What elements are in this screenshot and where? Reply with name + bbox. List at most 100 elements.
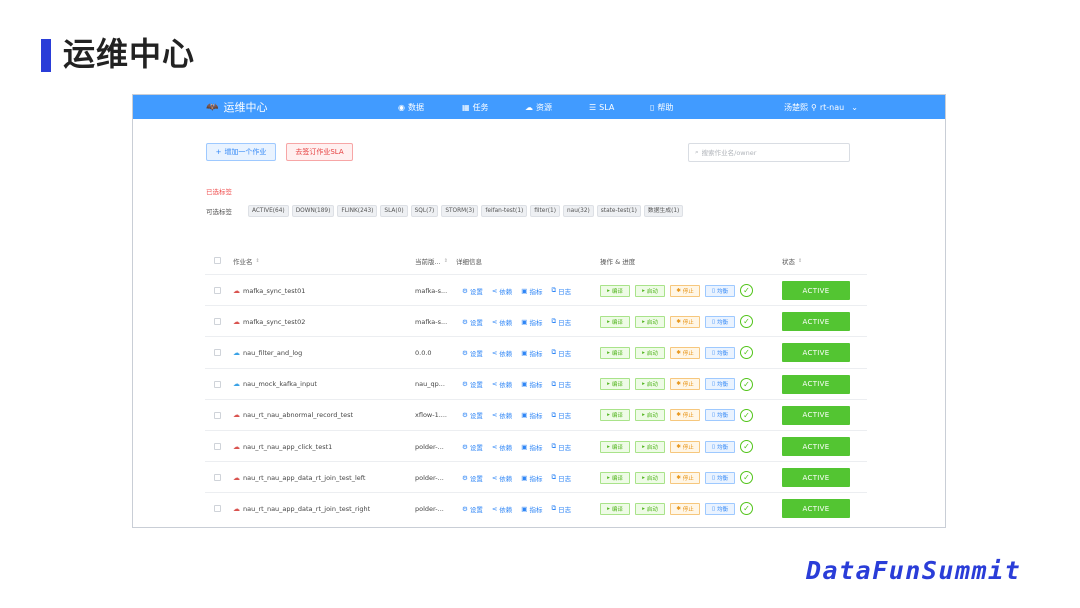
compile-button[interactable]: ▸ 编译	[600, 315, 630, 328]
settings-link[interactable]: ⚙ 设置	[462, 317, 483, 327]
settings-link[interactable]: ⚙ 设置	[462, 379, 483, 389]
balance-button[interactable]: ▯ 均衡	[705, 440, 735, 453]
stop-button[interactable]: ✱ 停止	[670, 502, 700, 515]
stop-button[interactable]: ✱ 停止	[670, 471, 700, 484]
user-menu[interactable]: 汤楚熙 ⚲ rt-nau ⌄	[784, 95, 858, 119]
row-checkbox[interactable]	[214, 349, 221, 357]
stop-button[interactable]: ✱ 停止	[670, 346, 700, 359]
add-job-button[interactable]: + 增加一个作业	[206, 143, 276, 161]
header-status[interactable]: 状态 ⇕	[782, 255, 802, 267]
compile-button[interactable]: ▸ 编译	[600, 284, 630, 297]
start-button[interactable]: ▸ 启动	[635, 440, 665, 453]
balance-button[interactable]: ▯ 均衡	[705, 471, 735, 484]
dependency-link[interactable]: ⋖ 依赖	[492, 410, 512, 420]
status-badge[interactable]: ACTIVE	[782, 281, 850, 300]
compile-button[interactable]: ▸ 编译	[600, 378, 630, 391]
log-link[interactable]: ⧉ 日志	[551, 473, 571, 483]
metrics-link[interactable]: ▣ 指标	[521, 504, 542, 514]
log-link[interactable]: ⧉ 日志	[551, 348, 571, 358]
nav-item-help[interactable]: ▯ 帮助	[650, 95, 673, 119]
subscribe-sla-button[interactable]: 去签订作业SLA	[286, 143, 353, 161]
search-box[interactable]: ⌕	[688, 143, 850, 162]
tag-flink[interactable]: FLINK(243)	[337, 205, 378, 217]
metrics-link[interactable]: ▣ 指标	[521, 442, 542, 452]
select-all-checkbox[interactable]	[214, 257, 221, 264]
settings-link[interactable]: ⚙ 设置	[462, 473, 483, 483]
status-badge[interactable]: ACTIVE	[782, 405, 850, 425]
compile-button[interactable]: ▸ 编译	[600, 346, 630, 359]
tag-feifan-test[interactable]: feifan-test(1)	[481, 205, 528, 217]
job-name-cell[interactable]: ☁ nau_rt_nau_app_data_rt_join_test_left	[233, 462, 365, 493]
row-checkbox[interactable]	[214, 318, 221, 326]
row-checkbox[interactable]	[214, 474, 221, 482]
status-badge[interactable]: ACTIVE	[782, 312, 850, 332]
metrics-link[interactable]: ▣ 指标	[521, 286, 542, 296]
row-checkbox[interactable]	[214, 505, 221, 513]
start-button[interactable]: ▸ 启动	[635, 284, 665, 297]
status-badge[interactable]: ACTIVE	[782, 374, 850, 394]
dependency-link[interactable]: ⋖ 依赖	[492, 504, 512, 514]
start-button[interactable]: ▸ 启动	[635, 409, 665, 422]
status-badge[interactable]: ACTIVE	[782, 468, 850, 488]
start-button[interactable]: ▸ 启动	[635, 346, 665, 359]
status-badge[interactable]: ACTIVE	[782, 437, 850, 456]
settings-link[interactable]: ⚙ 设置	[462, 442, 483, 452]
tag-state-test[interactable]: state-test(1)	[596, 205, 641, 217]
job-name-cell[interactable]: ☁ nau_rt_nau_app_click_test1	[233, 431, 332, 462]
log-link[interactable]: ⧉ 日志	[551, 442, 571, 452]
header-current-version[interactable]: 当前版... ⇕	[415, 255, 448, 267]
balance-button[interactable]: ▯ 均衡	[705, 346, 735, 359]
dependency-link[interactable]: ⋖ 依赖	[492, 348, 512, 358]
dependency-link[interactable]: ⋖ 依赖	[492, 442, 512, 452]
log-link[interactable]: ⧉ 日志	[551, 317, 571, 327]
row-checkbox[interactable]	[214, 411, 221, 419]
job-name-cell[interactable]: ☁ mafka_sync_test01	[233, 275, 305, 306]
start-button[interactable]: ▸ 启动	[635, 502, 665, 515]
stop-button[interactable]: ✱ 停止	[670, 378, 700, 391]
start-button[interactable]: ▸ 启动	[635, 378, 665, 391]
job-name-cell[interactable]: ☁ nau_mock_kafka_input	[233, 369, 317, 400]
job-name-cell[interactable]: ☁ nau_rt_nau_app_data_rt_join_test_right	[233, 493, 370, 524]
metrics-link[interactable]: ▣ 指标	[521, 379, 542, 389]
nav-item-sla[interactable]: ☰ SLA	[589, 95, 614, 119]
balance-button[interactable]: ▯ 均衡	[705, 502, 735, 515]
settings-link[interactable]: ⚙ 设置	[462, 348, 483, 358]
tag-down[interactable]: DOWN(189)	[291, 205, 335, 217]
settings-link[interactable]: ⚙ 设置	[462, 286, 483, 296]
balance-button[interactable]: ▯ 均衡	[705, 315, 735, 328]
nav-item-tasks[interactable]: ▦ 任务	[462, 95, 489, 119]
brand[interactable]: 🦇 运维中心	[206, 95, 267, 119]
header-job-name[interactable]: 作业名 ⇕	[233, 255, 260, 267]
metrics-link[interactable]: ▣ 指标	[521, 348, 542, 358]
search-input[interactable]	[701, 148, 842, 157]
tag-data-generation[interactable]: 数据生成(1)	[643, 205, 684, 217]
metrics-link[interactable]: ▣ 指标	[521, 410, 542, 420]
dependency-link[interactable]: ⋖ 依赖	[492, 286, 512, 296]
dependency-link[interactable]: ⋖ 依赖	[492, 379, 512, 389]
log-link[interactable]: ⧉ 日志	[551, 379, 571, 390]
status-badge[interactable]: ACTIVE	[782, 499, 850, 519]
log-link[interactable]: ⧉ 日志	[551, 286, 571, 296]
compile-button[interactable]: ▸ 编译	[600, 440, 630, 453]
tag-sql[interactable]: SQL(7)	[410, 205, 439, 217]
start-button[interactable]: ▸ 启动	[635, 315, 665, 328]
status-badge[interactable]: ACTIVE	[782, 343, 850, 363]
tag-active[interactable]: ACTIVE(64)	[248, 205, 289, 217]
nav-item-resources[interactable]: ☁ 资源	[525, 95, 552, 119]
compile-button[interactable]: ▸ 编译	[600, 471, 630, 484]
dependency-link[interactable]: ⋖ 依赖	[492, 317, 512, 327]
log-link[interactable]: ⧉ 日志	[551, 504, 571, 514]
compile-button[interactable]: ▸ 编译	[600, 502, 630, 515]
stop-button[interactable]: ✱ 停止	[670, 315, 700, 328]
nav-item-data[interactable]: ◉ 数据	[398, 95, 424, 119]
tag-sla[interactable]: SLA(0)	[380, 205, 408, 217]
compile-button[interactable]: ▸ 编译	[600, 409, 630, 422]
tag-nau[interactable]: nau(32)	[562, 205, 594, 217]
stop-button[interactable]: ✱ 停止	[670, 284, 700, 297]
tag-storm[interactable]: STORM(3)	[441, 205, 479, 217]
dependency-link[interactable]: ⋖ 依赖	[492, 473, 512, 483]
job-name-cell[interactable]: ☁ nau_filter_and_log	[233, 337, 302, 368]
balance-button[interactable]: ▯ 均衡	[705, 409, 735, 422]
log-link[interactable]: ⧉ 日志	[551, 410, 571, 421]
row-checkbox[interactable]	[214, 287, 221, 294]
